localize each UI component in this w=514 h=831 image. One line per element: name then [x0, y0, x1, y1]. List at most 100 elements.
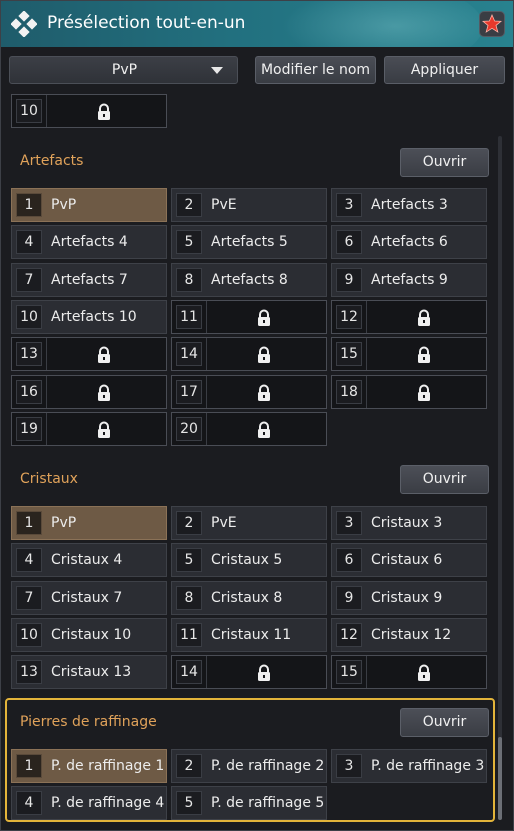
slot-number: 3: [336, 193, 362, 217]
title-bar[interactable]: Présélection tout-en-un: [1, 1, 513, 47]
slot-label: Cristaux 6: [371, 552, 443, 569]
lock-icon: [416, 309, 432, 327]
slot-number: 5: [176, 230, 202, 255]
slot-label: Cristaux 10: [51, 626, 132, 643]
preset-slot-locked[interactable]: 18: [331, 374, 487, 409]
preset-slot-locked[interactable]: 17: [171, 374, 327, 409]
preset-slot[interactable]: 8 Artefacts 8: [171, 262, 327, 297]
slot-number: 12: [336, 622, 362, 647]
preset-slot[interactable]: 5 Cristaux 5: [171, 543, 327, 578]
scrollbar-thumb[interactable]: [498, 737, 502, 820]
slot-label: P. de raffinage 5: [211, 795, 325, 812]
slot-divider: [366, 338, 367, 371]
preset-slot[interactable]: 6 Cristaux 6: [331, 543, 487, 578]
slot-number: 13: [16, 342, 42, 367]
lock-icon: [416, 384, 432, 402]
lock-icon: [256, 664, 272, 682]
preset-slot[interactable]: 5 Artefacts 5: [171, 225, 327, 260]
slot-label: Artefacts 6: [371, 234, 448, 251]
lock-icon: [416, 346, 432, 364]
preset-slot[interactable]: 2 PvE: [171, 506, 327, 540]
preset-dropdown[interactable]: PvP: [9, 56, 238, 84]
rename-button[interactable]: Modifier le nom: [255, 56, 376, 84]
slot-label: Cristaux 8: [211, 589, 283, 606]
preset-slot[interactable]: 4 Artefacts 4: [11, 225, 167, 260]
slot-number: 4: [16, 548, 42, 573]
preset-slot[interactable]: 3 P. de raffinage 3: [331, 749, 487, 783]
title-bar-ornament: [263, 1, 483, 47]
slot-number: 10: [16, 622, 42, 647]
pierres-open-button[interactable]: Ouvrir: [400, 708, 489, 737]
slot-number: 1: [16, 511, 42, 535]
preset-slot[interactable]: 3 Cristaux 3: [331, 506, 487, 540]
slot-number: 11: [176, 622, 202, 647]
preset-slot-locked[interactable]: 10: [11, 94, 167, 128]
slot-label: PvP: [51, 197, 77, 213]
preset-slot[interactable]: 5 P. de raffinage 5: [171, 786, 327, 821]
preset-slot[interactable]: 2 P. de raffinage 2: [171, 749, 327, 783]
slot-number: 18: [336, 379, 362, 404]
preset-slot[interactable]: 13 Cristaux 13: [11, 655, 167, 690]
preset-slot[interactable]: 4 P. de raffinage 4: [11, 786, 167, 821]
preset-slot[interactable]: 6 Artefacts 6: [331, 225, 487, 260]
preset-slot-locked[interactable]: 11: [171, 299, 327, 334]
slot-number: 1: [16, 754, 42, 778]
preset-slot[interactable]: 10 Cristaux 10: [11, 617, 167, 652]
preset-slot[interactable]: 8 Cristaux 8: [171, 580, 327, 615]
preset-slot[interactable]: 1 PvP: [11, 506, 167, 540]
slot-number: 5: [176, 791, 202, 816]
artefacts-open-button[interactable]: Ouvrir: [400, 148, 489, 177]
slot-number: 7: [16, 267, 42, 292]
cristaux-open-button[interactable]: Ouvrir: [400, 465, 489, 494]
slot-number: 19: [16, 416, 42, 441]
preset-slot[interactable]: 2 PvE: [171, 188, 327, 222]
preset-slot-locked[interactable]: 20: [171, 411, 327, 446]
preset-slot[interactable]: 11 Cristaux 11: [171, 617, 327, 652]
lock-icon: [256, 309, 272, 327]
preset-slot[interactable]: 10 Artefacts 10: [11, 299, 167, 334]
close-button[interactable]: [479, 11, 505, 37]
apply-button[interactable]: Appliquer: [384, 56, 505, 84]
chevron-down-icon: [211, 67, 223, 74]
preset-slot[interactable]: 1 P. de raffinage 1: [11, 749, 167, 783]
lock-icon: [96, 103, 112, 121]
slot-label: PvE: [211, 197, 237, 213]
slot-label: PvP: [51, 515, 77, 531]
scrollbar-track[interactable]: [498, 136, 502, 820]
slot-label: Artefacts 3: [371, 197, 448, 213]
slot-number: 13: [16, 660, 42, 685]
window-title: Présélection tout-en-un: [47, 13, 246, 33]
preset-slot[interactable]: 12 Cristaux 12: [331, 617, 487, 652]
slot-label: Artefacts 5: [211, 234, 288, 251]
lock-icon: [256, 384, 272, 402]
slot-number: 15: [336, 660, 362, 685]
preset-slot-locked[interactable]: 15: [331, 655, 487, 690]
slot-label: Artefacts 4: [51, 234, 128, 251]
preset-slot[interactable]: 7 Cristaux 7: [11, 580, 167, 615]
preset-slot-locked[interactable]: 12: [331, 299, 487, 334]
slot-number: 4: [16, 230, 42, 255]
preset-slot-locked[interactable]: 15: [331, 337, 487, 372]
preset-slot[interactable]: 1 PvP: [11, 188, 167, 222]
preset-slot-locked[interactable]: 14: [171, 337, 327, 372]
slot-number: 9: [336, 267, 362, 292]
lock-icon: [96, 384, 112, 402]
slot-label: P. de raffinage 4: [51, 795, 165, 812]
slot-number: 10: [16, 99, 42, 123]
preset-slot[interactable]: 3 Artefacts 3: [331, 188, 487, 222]
preset-slot-locked[interactable]: 16: [11, 374, 167, 409]
toolbar: PvP Modifier le nom Appliquer: [1, 47, 513, 93]
slot-label: Cristaux 3: [371, 515, 443, 531]
preset-slot[interactable]: 9 Cristaux 9: [331, 580, 487, 615]
lock-icon: [256, 421, 272, 439]
preset-slot[interactable]: 9 Artefacts 9: [331, 262, 487, 297]
section-title-cristaux: Cristaux: [20, 471, 78, 487]
slot-number: 14: [176, 660, 202, 685]
preset-slot[interactable]: 7 Artefacts 7: [11, 262, 167, 297]
preset-slot-locked[interactable]: 13: [11, 337, 167, 372]
slot-number: 2: [176, 193, 202, 217]
preset-slot-locked[interactable]: 14: [171, 655, 327, 690]
slot-label: P. de raffinage 1: [51, 758, 165, 774]
preset-slot-locked[interactable]: 19: [11, 411, 167, 446]
preset-slot[interactable]: 4 Cristaux 4: [11, 543, 167, 578]
